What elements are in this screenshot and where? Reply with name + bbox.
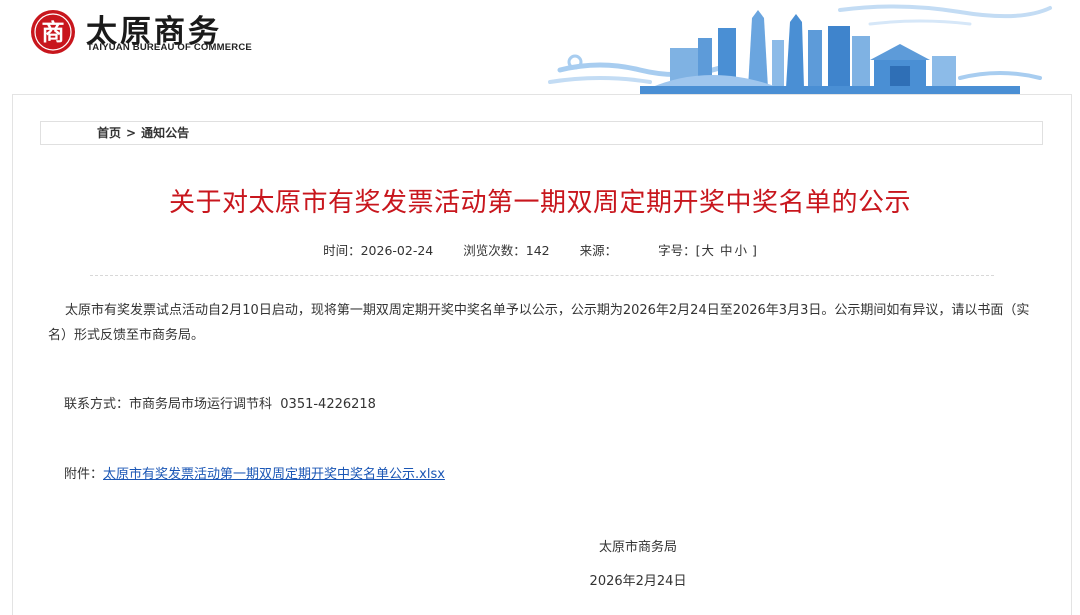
meta-font-size: 字号：[大 中小 ] [658, 240, 757, 259]
meta-views-value: 142 [525, 243, 550, 258]
contact-value: 市商务局市场运行调节科 0351-4226218 [129, 397, 376, 412]
article-title: 关于对太原市有奖发票活动第一期双周定期开奖中奖名单的公示 [168, 188, 911, 218]
font-size-medium-button[interactable]: 中 [720, 240, 733, 259]
attachment-label: 附件： [64, 467, 104, 482]
attachment: 附件：太原市有奖发票活动第一期双周定期开奖中奖名单公示.xlsx [64, 462, 1064, 487]
breadcrumb-separator: > [126, 126, 137, 140]
logo-glyph: 商 [42, 19, 65, 46]
contact-label: 联系方式： [64, 397, 130, 412]
meta-divider [90, 275, 994, 276]
bracket-open: [ [695, 243, 701, 258]
bracket-close: ] [752, 243, 757, 258]
font-size-small-button[interactable]: 小 [735, 240, 748, 259]
site-name-en: TAIYUAN BUREAU OF COMMERCE [87, 42, 252, 53]
site-header: 商 太原商务 TAIYUAN BUREAU OF COMMERCE [0, 0, 1080, 94]
contact-info: 联系方式：市商务局市场运行调节科 0351-4226218 [64, 392, 1064, 417]
meta-source-label: 来源： [579, 243, 618, 258]
article-paragraph: 太原市有奖发票试点活动自2月10日启动，现将第一期双周定期开奖中奖名单予以公示，… [48, 303, 1030, 343]
city-skyline-banner [548, 4, 1052, 94]
bureau-logo-icon[interactable]: 商 [30, 9, 76, 55]
meta-font-size-label: 字号： [658, 243, 696, 258]
article-meta: 时间：2026-02-24 浏览次数：142 来源： 字号：[大 中小 ] [0, 240, 1080, 259]
meta-time-value: 2026-02-24 [360, 243, 434, 258]
meta-views: 浏览次数：142 [463, 240, 549, 259]
breadcrumb-current-link[interactable]: 通知公告 [141, 126, 189, 140]
breadcrumb: 首页 > 通知公告 [40, 121, 1043, 145]
meta-time: 时间：2026-02-24 [323, 240, 433, 259]
attachment-download-link[interactable]: 太原市有奖发票活动第一期双周定期开奖中奖名单公示.xlsx [103, 467, 445, 482]
signature-issuer: 太原市商务局 [598, 540, 677, 555]
meta-time-label: 时间： [323, 243, 361, 258]
font-size-large-button[interactable]: 大 [702, 240, 715, 259]
signature-date: 2026年2月24日 [589, 574, 687, 589]
meta-views-label: 浏览次数： [463, 243, 526, 258]
breadcrumb-home-link[interactable]: 首页 [97, 126, 121, 140]
meta-source: 来源： [580, 240, 618, 259]
